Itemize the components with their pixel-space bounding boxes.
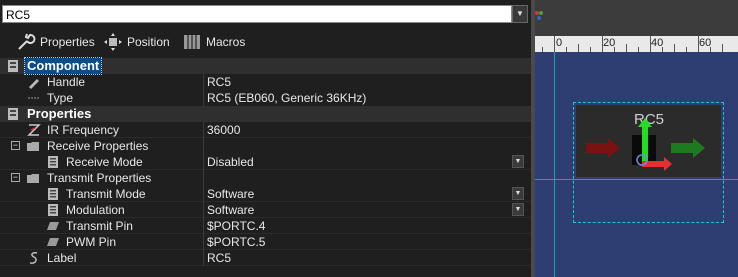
ruler-tick — [578, 44, 579, 52]
move-icon — [104, 33, 122, 51]
row-transmit-pin-name: Transmit Pin — [66, 219, 133, 233]
modulation-dropdown-button[interactable]: ▼ — [512, 203, 524, 216]
column-divider — [203, 186, 204, 202]
row-transmit-properties[interactable]: − Transmit Properties — [0, 170, 531, 186]
row-ir-frequency-value[interactable]: 36000 — [207, 122, 240, 138]
column-divider — [203, 202, 204, 218]
macros-icon — [184, 35, 200, 49]
row-modulation[interactable]: Modulation Software ▼ — [0, 202, 531, 218]
row-label-value[interactable]: RC5 — [207, 250, 231, 266]
ruler-tick — [674, 44, 675, 52]
column-divider — [203, 90, 204, 106]
ir-transceiver-icon — [586, 118, 705, 171]
string-icon — [29, 252, 38, 264]
component-selector[interactable]: RC5 — [2, 5, 512, 23]
list-icon — [48, 156, 58, 168]
section-properties[interactable]: Properties — [0, 106, 531, 122]
ruler-tick — [626, 44, 627, 52]
transmit-mode-dropdown-button[interactable]: ▼ — [512, 187, 524, 200]
ruler-tick — [554, 36, 555, 52]
row-ir-frequency[interactable]: IR Frequency 36000 — [0, 122, 531, 138]
folder-icon — [27, 142, 39, 151]
row-modulation-name: Modulation — [66, 203, 125, 217]
ruler-label: 0 — [556, 37, 563, 49]
list-icon — [48, 204, 58, 216]
row-transmit-pin[interactable]: Transmit Pin $PORTC.4 — [0, 218, 531, 234]
row-transmit-mode[interactable]: Transmit Mode Software ▼ — [0, 186, 531, 202]
row-receive-mode-value[interactable]: Disabled — [207, 154, 254, 170]
column-divider — [203, 170, 204, 186]
ruler-label: 20 — [603, 37, 616, 49]
row-receive-properties-name: Receive Properties — [47, 139, 149, 153]
row-receive-mode-name: Receive Mode — [66, 155, 143, 169]
row-type-name: Type — [47, 91, 74, 105]
properties-icon — [8, 108, 18, 120]
row-label[interactable]: Label RC5 — [0, 250, 531, 266]
pencil-icon — [29, 79, 39, 89]
design-canvas-area: 0 20 40 60 RC5 — [535, 0, 738, 277]
zigzag-icon — [27, 124, 41, 136]
row-handle[interactable]: Handle RC5 — [0, 74, 531, 90]
panel-toolbar: Properties Position Macros — [0, 28, 531, 56]
row-modulation-value[interactable]: Software — [207, 202, 254, 218]
column-divider — [203, 154, 204, 170]
row-handle-value[interactable]: RC5 — [207, 74, 231, 90]
component-selector-dropdown-button[interactable]: ▼ — [512, 5, 528, 23]
receive-mode-dropdown-button[interactable]: ▼ — [512, 155, 524, 168]
collapse-icon[interactable]: − — [11, 173, 20, 182]
rc5-component[interactable]: RC5 — [573, 102, 724, 223]
section-component-label: Component — [23, 57, 103, 75]
rc5-component-body: RC5 — [576, 105, 721, 177]
row-receive-properties[interactable]: − Receive Properties — [0, 138, 531, 154]
row-label-name: Label — [47, 251, 77, 265]
section-properties-label: Properties — [27, 106, 92, 121]
component-icon — [8, 60, 18, 72]
properties-tab-label: Properties — [40, 35, 95, 49]
column-divider — [203, 250, 204, 266]
wrench-icon — [18, 33, 36, 50]
column-divider — [203, 234, 204, 250]
section-component[interactable]: Component — [0, 57, 531, 75]
list-icon — [48, 188, 58, 200]
folder-icon — [27, 174, 39, 183]
dash-icon — [28, 97, 40, 99]
row-type-value: RC5 (EB060, Generic 36KHz) — [207, 91, 367, 105]
macros-tab[interactable]: Macros — [182, 32, 245, 52]
pin-icon — [47, 238, 59, 246]
macros-tab-label: Macros — [206, 35, 246, 49]
column-divider — [203, 74, 204, 90]
properties-panel: RC5 ▼ Properties Position Macros Compone… — [0, 0, 531, 277]
row-transmit-mode-name: Transmit Mode — [66, 187, 146, 201]
position-tab[interactable]: Position — [103, 32, 170, 52]
properties-tab[interactable]: Properties — [16, 32, 95, 52]
row-transmit-pin-value[interactable]: $PORTC.4 — [207, 218, 265, 234]
canvas-toolbar-strip — [535, 0, 738, 36]
ruler-tick — [722, 44, 723, 52]
ruler-label: 40 — [651, 37, 664, 49]
horizontal-ruler: 0 20 40 60 — [535, 36, 738, 52]
vertical-guide-line — [554, 52, 555, 277]
row-transmit-properties-name: Transmit Properties — [47, 171, 152, 185]
collapse-icon[interactable]: − — [11, 141, 20, 150]
row-handle-name: Handle — [47, 75, 86, 89]
row-pwm-pin-name: PWM Pin — [66, 235, 117, 249]
row-receive-mode[interactable]: Receive Mode Disabled ▼ — [0, 154, 531, 170]
row-pwm-pin[interactable]: PWM Pin $PORTC.5 — [0, 234, 531, 250]
column-divider — [203, 122, 204, 138]
row-type[interactable]: Type RC5 (EB060, Generic 36KHz) — [0, 90, 531, 106]
row-pwm-pin-value[interactable]: $PORTC.5 — [207, 234, 265, 250]
position-tab-label: Position — [127, 35, 170, 49]
column-divider — [203, 138, 204, 154]
pin-icon — [47, 222, 59, 230]
color-dots-icon — [535, 11, 543, 20]
ruler-label: 60 — [699, 37, 712, 49]
row-ir-frequency-name: IR Frequency — [47, 123, 120, 137]
column-divider — [203, 218, 204, 234]
row-transmit-mode-value[interactable]: Software — [207, 186, 254, 202]
